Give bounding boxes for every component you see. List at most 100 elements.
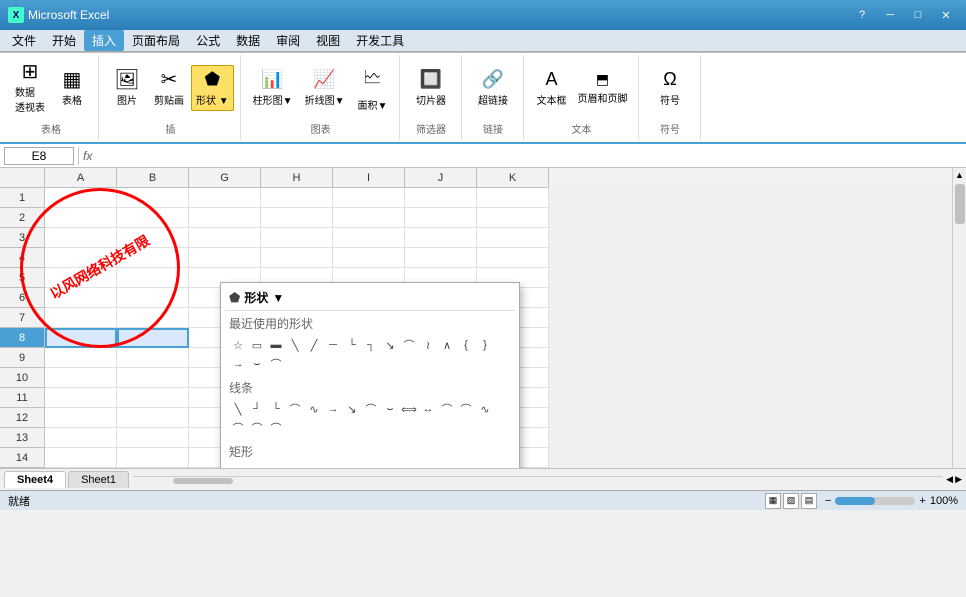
cell-K3[interactable]: [477, 228, 549, 248]
zoom-minus-button[interactable]: −: [825, 495, 831, 507]
menu-review[interactable]: 审阅: [268, 30, 308, 51]
rect-snip5[interactable]: ▭: [343, 464, 361, 468]
menu-pagelayout[interactable]: 页面布局: [124, 30, 188, 51]
line-open[interactable]: ↔: [419, 400, 437, 418]
cell-A12[interactable]: [45, 408, 117, 428]
cell-A2[interactable]: [45, 208, 117, 228]
line-double1[interactable]: ⟺: [400, 400, 418, 418]
col-header-A[interactable]: A: [45, 168, 117, 188]
cell-A5[interactable]: [45, 268, 117, 288]
cell-G4[interactable]: [189, 248, 261, 268]
cell-H4[interactable]: [261, 248, 333, 268]
symbol-button[interactable]: Ω 符号: [650, 66, 690, 110]
shape-corner1[interactable]: └: [343, 336, 361, 354]
line-end2[interactable]: ⌒: [248, 419, 266, 437]
cell-A11[interactable]: [45, 388, 117, 408]
cell-reference-input[interactable]: [4, 147, 74, 165]
line-elbow3[interactable]: ⌣: [381, 400, 399, 418]
line-curved4[interactable]: ⌒: [438, 400, 456, 418]
scrollbar-thumb[interactable]: [955, 184, 965, 224]
cell-K1[interactable]: [477, 188, 549, 208]
rect-snip9[interactable]: ▭: [419, 464, 437, 468]
cell-A14[interactable]: [45, 448, 117, 468]
line-end3[interactable]: ⌒: [267, 419, 285, 437]
cell-B5[interactable]: [117, 268, 189, 288]
cell-G2[interactable]: [189, 208, 261, 228]
menu-home[interactable]: 开始: [44, 30, 84, 51]
line-chart-button[interactable]: 📈 折线图▼: [301, 66, 349, 110]
cell-J2[interactable]: [405, 208, 477, 228]
header-footer-button[interactable]: ⬒ 页眉和页脚: [574, 68, 632, 108]
menu-devtools[interactable]: 开发工具: [348, 30, 412, 51]
cell-A13[interactable]: [45, 428, 117, 448]
shape-arrow-diag[interactable]: ↘: [381, 336, 399, 354]
shape-line3[interactable]: ─: [324, 336, 342, 354]
cell-A8[interactable]: [45, 328, 117, 348]
line-elbow[interactable]: ┘: [248, 400, 266, 418]
line-elbow2[interactable]: └: [267, 400, 285, 418]
cell-A6[interactable]: [45, 288, 117, 308]
shape-curve1[interactable]: ⌒: [400, 336, 418, 354]
menu-insert[interactable]: 插入: [84, 30, 124, 51]
shape-line2[interactable]: ╱: [305, 336, 323, 354]
cell-B1[interactable]: [117, 188, 189, 208]
pivot-table-button[interactable]: ⊞ 数据透视表: [10, 59, 50, 117]
cell-A10[interactable]: [45, 368, 117, 388]
cell-I3[interactable]: [333, 228, 405, 248]
col-header-B[interactable]: B: [117, 168, 189, 188]
cell-I2[interactable]: [333, 208, 405, 228]
rect-snip8[interactable]: ▭: [400, 464, 418, 468]
h-scroll-right[interactable]: ▶: [955, 474, 962, 485]
row-header-1[interactable]: 1: [0, 188, 45, 208]
cell-A9[interactable]: [45, 348, 117, 368]
cell-A1[interactable]: [45, 188, 117, 208]
row-header-13[interactable]: 13: [0, 428, 45, 448]
cell-K4[interactable]: [477, 248, 549, 268]
cell-B11[interactable]: [117, 388, 189, 408]
line-free[interactable]: ⌒: [457, 400, 475, 418]
line-straight[interactable]: ╲: [229, 400, 247, 418]
menu-view[interactable]: 视图: [308, 30, 348, 51]
cell-B3[interactable]: [117, 228, 189, 248]
hyperlink-button[interactable]: 🔗 超链接: [473, 66, 513, 110]
row-header-8[interactable]: 8: [0, 328, 45, 348]
row-header-5[interactable]: 5: [0, 268, 45, 288]
zoom-slider[interactable]: [835, 497, 915, 505]
col-header-G[interactable]: G: [189, 168, 261, 188]
line-arrow1[interactable]: →: [324, 400, 342, 418]
rect-snip1[interactable]: ◺: [267, 464, 285, 468]
cell-B2[interactable]: [117, 208, 189, 228]
shape-wave[interactable]: ≀: [419, 336, 437, 354]
close-button[interactable]: ✕: [934, 5, 958, 25]
rect-snip4[interactable]: ▭: [324, 464, 342, 468]
rect-snip3[interactable]: ▭: [305, 464, 323, 468]
minimize-button[interactable]: ─: [878, 5, 902, 25]
line-arrow2[interactable]: ↘: [343, 400, 361, 418]
help-button[interactable]: ?: [850, 5, 874, 25]
row-header-2[interactable]: 2: [0, 208, 45, 228]
shape-twoheadarrow[interactable]: ⌣: [248, 355, 266, 373]
rect-plain[interactable]: ▭: [229, 464, 247, 468]
cell-I4[interactable]: [333, 248, 405, 268]
shapes-button[interactable]: ⬟ 形状 ▼: [191, 65, 234, 111]
cell-B6[interactable]: [117, 288, 189, 308]
scrollbar-up-arrow[interactable]: ▲: [955, 170, 964, 180]
row-header-12[interactable]: 12: [0, 408, 45, 428]
col-header-K[interactable]: K: [477, 168, 549, 188]
row-header-11[interactable]: 11: [0, 388, 45, 408]
col-header-I[interactable]: I: [333, 168, 405, 188]
cell-A7[interactable]: [45, 308, 117, 328]
row-header-6[interactable]: 6: [0, 288, 45, 308]
cell-B10[interactable]: [117, 368, 189, 388]
cell-G3[interactable]: [189, 228, 261, 248]
textbox-button[interactable]: A 文本框: [532, 66, 572, 110]
cell-B13[interactable]: [117, 428, 189, 448]
shape-arrow-r[interactable]: →: [229, 355, 247, 373]
column-chart-button[interactable]: 📊 柱形图▼: [249, 66, 297, 110]
row-header-7[interactable]: 7: [0, 308, 45, 328]
cell-J4[interactable]: [405, 248, 477, 268]
cell-B9[interactable]: [117, 348, 189, 368]
h-scroll-left[interactable]: ◀: [946, 474, 953, 485]
clipart-button[interactable]: ✂ 剪贴画: [149, 67, 189, 110]
vertical-scrollbar[interactable]: ▲: [952, 168, 966, 468]
